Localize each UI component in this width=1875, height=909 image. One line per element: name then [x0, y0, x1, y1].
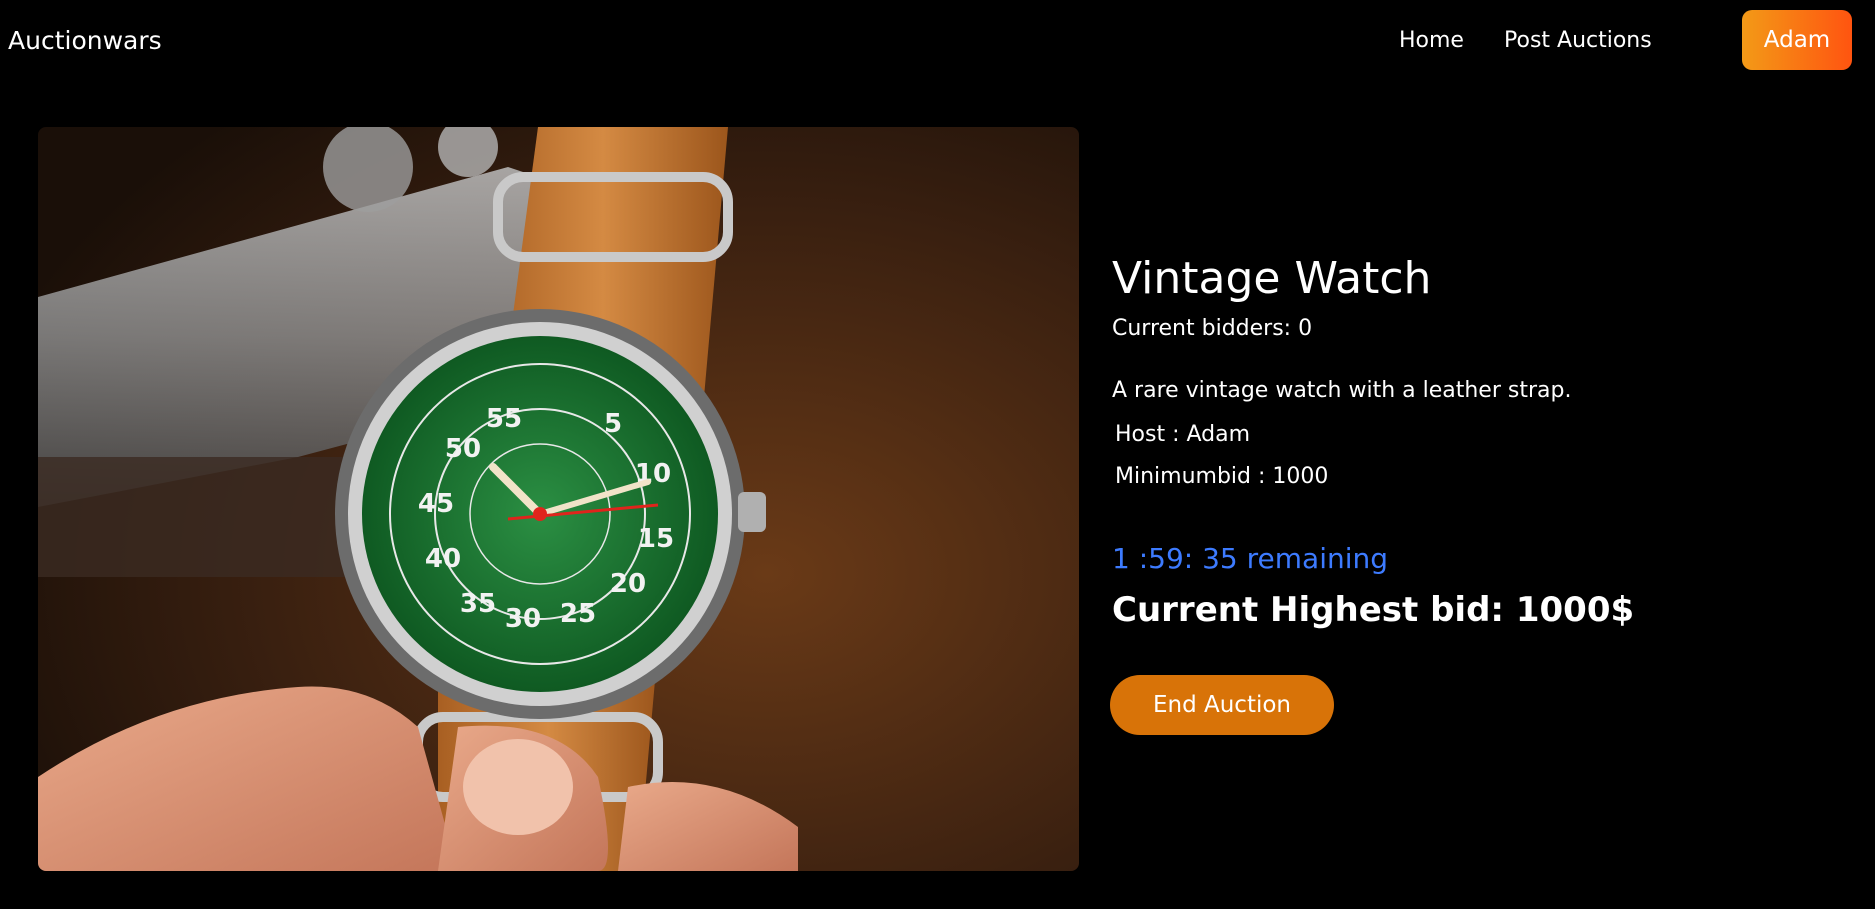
dial-number: 45	[418, 489, 454, 519]
navbar: Auctionwars Home Post Auctions Adam	[0, 0, 1875, 84]
dial-number: 35	[460, 589, 496, 619]
dial-number: 15	[638, 524, 674, 554]
time-remaining: 1 :59: 35 remaining	[1112, 542, 1389, 575]
auction-host: Host : Adam	[1115, 422, 1251, 447]
product-image: 55 5 50 10 45 15 40 20 35 30 25	[38, 127, 1079, 871]
dial-number: 55	[486, 404, 522, 434]
user-menu-button[interactable]: Adam	[1742, 10, 1852, 70]
nav-home-link[interactable]: Home	[1399, 28, 1464, 53]
current-bidders: Current bidders: 0	[1112, 316, 1313, 341]
watch-photo: 55 5 50 10 45 15 40 20 35 30 25	[38, 127, 1079, 871]
dial-number: 25	[560, 599, 596, 629]
auction-description: A rare vintage watch with a leather stra…	[1112, 378, 1572, 403]
auction-title: Vintage Watch	[1112, 253, 1432, 304]
highest-bid: Current Highest bid: 1000$	[1112, 590, 1635, 630]
end-auction-button[interactable]: End Auction	[1110, 675, 1334, 735]
nav-post-auctions-link[interactable]: Post Auctions	[1504, 28, 1652, 53]
dial-number: 40	[425, 544, 461, 574]
dial-number: 20	[610, 569, 646, 599]
brand-logo[interactable]: Auctionwars	[8, 26, 162, 55]
minimum-bid: Minimumbid : 1000	[1115, 464, 1329, 489]
dial-number: 5	[604, 409, 622, 439]
dial-number: 30	[505, 604, 541, 634]
dial-number: 50	[445, 434, 481, 464]
